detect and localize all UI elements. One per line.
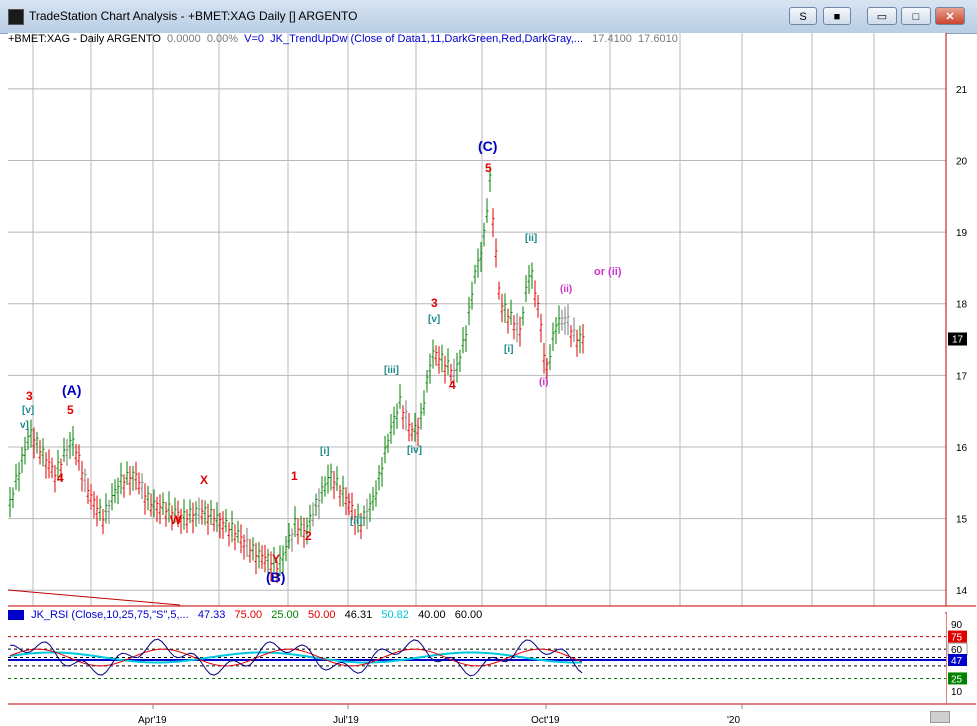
rsi-value-6: 40.00 [418, 609, 446, 621]
wave-label-x: X [200, 473, 208, 487]
rsi-value-2: 25.00 [271, 609, 299, 621]
price-axis-label: 21 [956, 85, 968, 96]
rsi-axis-label: 47 [951, 656, 963, 667]
wave-label-iv1: [iv] [407, 445, 422, 456]
rsi-legend-icon [8, 610, 24, 621]
wave-label-c-big: (C) [478, 138, 497, 154]
rsi-label: JK_RSI (Close,10,25,75,"S",5,... [31, 609, 189, 621]
window-titlebar: TradeStation Chart Analysis - +BMET:XAG … [0, 0, 977, 34]
price-plot-bg [8, 33, 946, 606]
change-value: 0.0000 [167, 33, 201, 45]
wave-label-r3a: 3 [26, 389, 33, 403]
indicator-label: JK_TrendUpDw (Close of Data1,11,DarkGree… [270, 33, 583, 45]
rsi-value-7: 60.00 [454, 609, 483, 621]
rsi-plot-bg [8, 614, 946, 703]
maximize-button[interactable]: □ [901, 7, 931, 25]
wave-label-r5a: 5 [67, 403, 74, 417]
price-axis-label: 20 [956, 156, 968, 167]
horizontal-scroll-thumb[interactable] [930, 711, 950, 723]
indicator-value-2: 17.6010 [638, 33, 678, 45]
chart-area[interactable]: 21 20 19 18 17 16 15 14 17 90 75 60 47 25 10 Apr'19 Jul'… [0, 33, 977, 726]
wave-label-y: Y [272, 552, 280, 566]
rsi-value-4: 46.31 [344, 609, 373, 621]
chart-header: +BMET:XAG - Daily ARGENTO 0.0000 0.00% V… [8, 33, 678, 45]
window-title: TradeStation Chart Analysis - +BMET:XAG … [29, 9, 358, 23]
wave-label-r3b: 3 [431, 296, 438, 310]
wave-label-b-big: (B) [266, 569, 285, 585]
rsi-value-1: 75.00 [234, 609, 263, 621]
time-axis-label: Oct'19 [531, 715, 560, 726]
time-axis-label: '20 [727, 715, 740, 726]
wave-label-pii: (ii) [560, 284, 572, 295]
wave-label-ii2: [ii] [525, 233, 537, 244]
s-button[interactable]: S [789, 7, 817, 25]
wave-label-v-a: [v] [22, 405, 34, 416]
wave-label-r2: 2 [305, 529, 312, 543]
close-button[interactable]: ✕ [935, 7, 965, 25]
indicator-value-1: 17.4100 [592, 33, 632, 45]
pct-value: 0.00% [206, 33, 239, 45]
price-chart[interactable]: 212019181716151417907560472510Apr'19 Jul'… [0, 33, 977, 726]
time-axis-label: Apr'19 [138, 715, 167, 726]
wave-label-vleft: v] [20, 420, 29, 431]
price-axis-label: 17 [956, 371, 968, 382]
rsi-axis-label: 10 [951, 687, 963, 698]
volume-value: V=0 [244, 33, 265, 45]
current-price-label: 17 [952, 335, 964, 346]
layout-button[interactable]: ■ [823, 7, 851, 25]
app-icon [8, 9, 24, 25]
price-axis-label: 15 [956, 515, 968, 526]
rsi-axis-label: 75 [951, 633, 963, 644]
minimize-button[interactable]: ▭ [867, 7, 897, 25]
wave-label-r5b: 5 [485, 161, 492, 175]
price-axis-label: 14 [956, 586, 968, 597]
rsi-axis-label: 90 [951, 620, 963, 631]
rsi-value-5: 50.82 [381, 609, 409, 621]
wave-label-r4a: 4 [57, 471, 64, 485]
time-axis-label: Jul'19 [333, 715, 359, 726]
price-axis-label: 18 [956, 300, 968, 311]
wave-label-ii1: [ii] [350, 516, 362, 527]
wave-label-w: W [170, 513, 182, 527]
wave-label-r1: 1 [291, 469, 298, 483]
wave-label-i2: [i] [504, 344, 513, 355]
price-axis-label: 19 [956, 228, 968, 239]
wave-label-orii: or (ii) [594, 266, 622, 278]
wave-label-v-b: [v] [428, 314, 440, 325]
price-axis-label: 16 [956, 443, 968, 454]
rsi-axis-label: 25 [951, 674, 963, 685]
wave-label-pi: (i) [539, 377, 548, 388]
rsi-header: JK_RSI (Close,10,25,75,"S",5,... 47.33 7… [8, 609, 482, 621]
rsi-value-3: 50.00 [307, 609, 336, 621]
wave-label-i1: [i] [320, 446, 329, 457]
wave-label-a-big: (A) [62, 382, 81, 398]
rsi-value-0: 47.33 [197, 609, 226, 621]
wave-label-iii1: [iii] [384, 365, 399, 376]
symbol-label: +BMET:XAG - Daily ARGENTO [8, 33, 161, 45]
wave-label-r4b: 4 [449, 378, 456, 392]
